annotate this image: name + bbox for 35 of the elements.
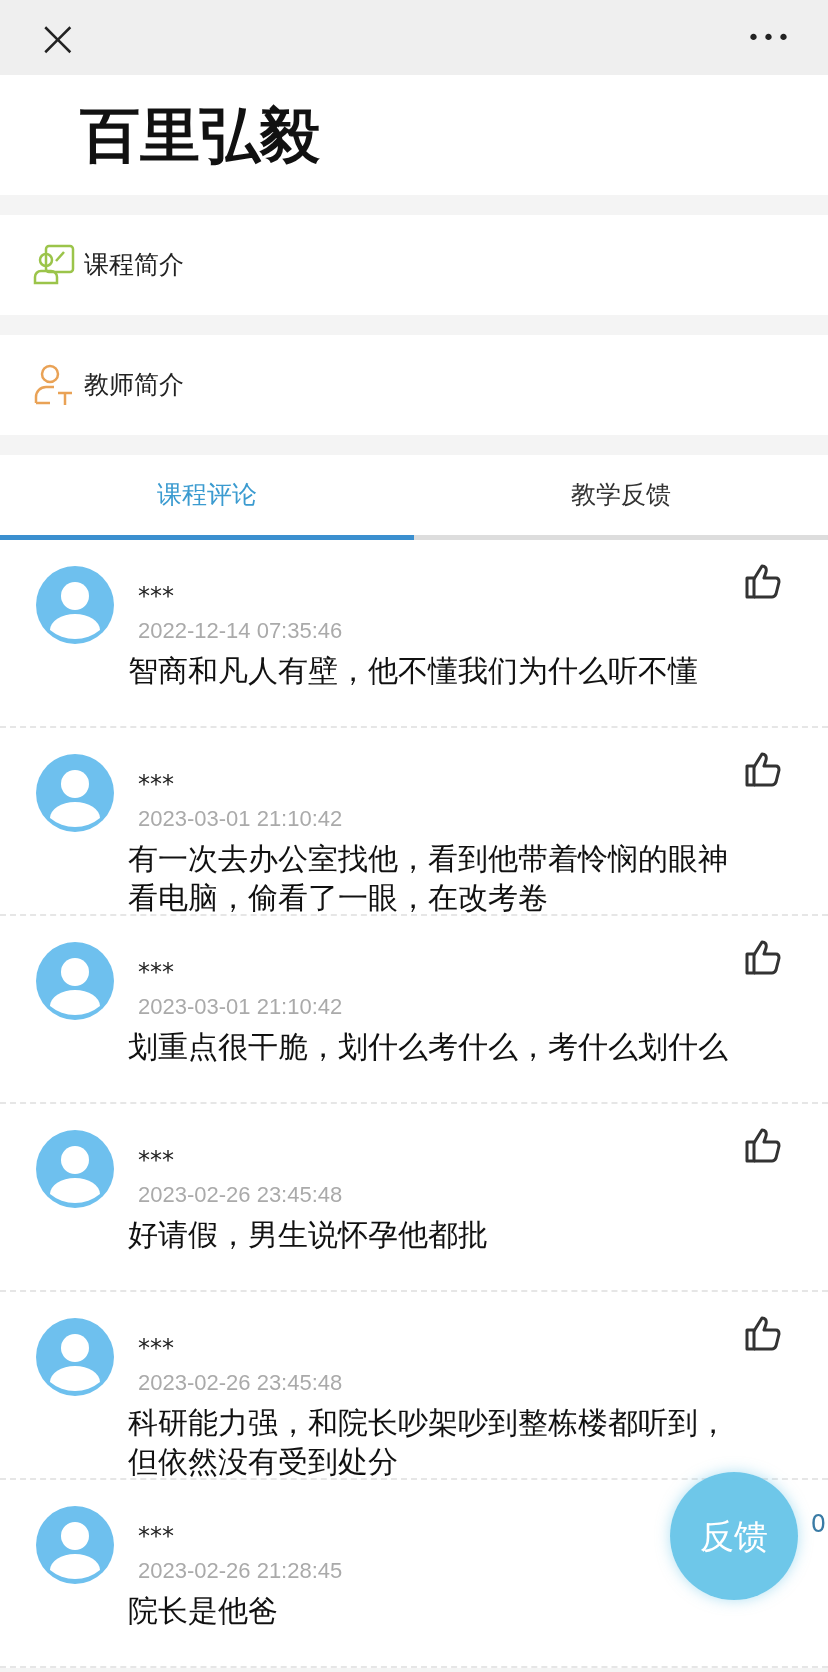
menu-item[interactable]: 教师简介 [0,335,828,435]
close-button[interactable]: × [36,11,80,64]
course-icon [32,243,76,287]
comment-time: 2023-03-01 21:10:42 [138,805,343,833]
comment-text: 好请假，男生说怀孕他都批 [128,1216,489,1254]
comment-time: 2023-02-26 23:45:48 [138,1369,343,1397]
page-title: 百里弘毅 [80,99,320,172]
thumbs-up-icon[interactable] [744,750,782,788]
comment-text: 院长是他爸 [128,1592,279,1630]
user-name: *** [138,1524,174,1548]
comment-text: 智商和凡人有壁，他不懂我们为什么听不懂 [128,652,699,690]
comment-time: 2023-03-01 21:10:42 [138,993,343,1021]
user-name: *** [138,1336,174,1360]
thumbs-up-icon[interactable] [744,938,782,976]
avatar-icon [36,566,114,644]
comment-time: 2023-02-26 21:28:45 [138,1557,343,1585]
user-name: *** [138,960,174,984]
menu-item[interactable]: 课程简介 [0,215,828,315]
avatar-icon [36,1318,114,1396]
avatar-icon [36,754,114,832]
user-name: *** [138,772,174,796]
avatar-icon [36,1506,114,1584]
avatar-icon [36,942,114,1020]
comment-time: 2022-12-14 07:35:46 [138,617,343,645]
more-button[interactable]: ••• [747,21,792,54]
user-name: *** [138,584,174,608]
thumbs-up-icon[interactable] [744,1314,782,1352]
comment-time: 2023-02-26 23:45:48 [138,1181,343,1209]
like-count: 0 [810,1509,826,1540]
thumbs-up-icon[interactable] [744,562,782,600]
comment-text: 有一次去办公室找他，看到他带着怜悯的眼神看电脑，偷看了一眼，在改考卷 [128,840,729,917]
thumbs-up-icon[interactable] [744,1126,782,1164]
avatar-icon [36,1130,114,1208]
comment-text: 划重点很干脆，划什么考什么，考什么划什么 [128,1028,729,1066]
user-name: *** [138,1148,174,1172]
